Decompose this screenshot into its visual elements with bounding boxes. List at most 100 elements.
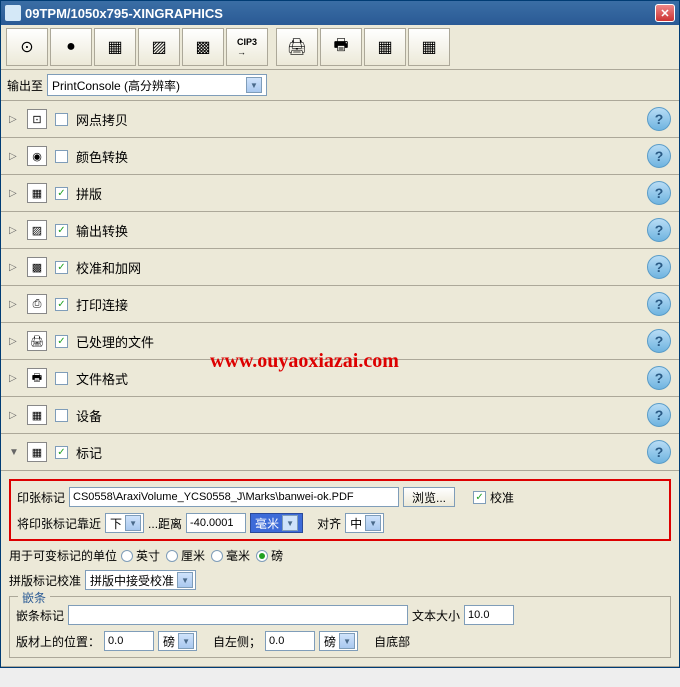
section-icon: ◉ [27,146,47,166]
titlebar: 09TPM/1050x795-XINGRAPHICS ✕ [1,1,679,25]
tool-sphere-icon[interactable]: ● [50,28,92,66]
section-label: 网点拷贝 [76,110,639,129]
section-row-1: ▷ ◉ 颜色转换? [1,138,679,175]
toolbar: ⊙ ● ▦ ▨ ▩ CIP3→ 🖨 🖶 ▦ ▦ [1,25,679,70]
section-row-9: ▼▦标记? [1,434,679,471]
section-checkbox[interactable] [55,113,68,126]
tool-grid3-icon[interactable]: ▦ [408,28,450,66]
section-label: 颜色转换 [76,147,639,166]
expand-toggle[interactable]: ▷ [9,151,19,162]
expand-toggle[interactable]: ▷ [9,373,19,384]
section-label: 文件格式 [76,369,639,388]
sheet-mark-path-input[interactable] [69,487,399,507]
text-size-label: 文本大小 [412,607,460,624]
section-icon: ▦ [27,405,47,425]
expand-toggle[interactable]: ▷ [9,336,19,347]
tool-grid2-icon[interactable]: ▦ [364,28,406,66]
section-row-8: ▷ ▦ 设备? [1,397,679,434]
expand-toggle[interactable]: ▷ [9,114,19,125]
help-button[interactable]: ? [647,403,671,427]
help-button[interactable]: ? [647,255,671,279]
section-icon: ⎙ [27,294,47,314]
section-label: 校准和加网 [76,258,639,277]
app-icon [5,5,21,21]
unit-radio-group: 英寸厘米毫米磅 [121,547,283,564]
help-button[interactable]: ? [647,440,671,464]
expand-toggle[interactable]: ▷ [9,262,19,273]
toolbar-separator [270,28,274,66]
close-button[interactable]: ✕ [655,4,675,22]
output-select[interactable]: PrintConsole (高分辨率) ▼ [47,74,267,96]
from-bottom-label: 自底部 [374,633,410,650]
align-select[interactable]: 下 ▼ [105,513,144,533]
section-row-5: ▷ ⎙ 打印连接? [1,286,679,323]
calibrate-label: 校准 [490,489,514,506]
inset-mark-input[interactable] [68,605,408,625]
chevron-down-icon: ▼ [365,515,381,531]
section-checkbox[interactable] [55,335,68,348]
section-checkbox[interactable] [55,187,68,200]
tool-gradient-icon[interactable]: ▨ [138,28,180,66]
help-button[interactable]: ? [647,329,671,353]
var-unit-label: 用于可变标记的单位 [9,547,117,564]
from-left-unit-select[interactable]: 磅 ▼ [319,631,358,651]
justify-label: 对齐 [317,515,341,532]
section-row-6: ▷🖨已处理的文件? [1,323,679,360]
tool-grid1-icon[interactable]: ▦ [94,28,136,66]
tool-cip3-icon[interactable]: CIP3→ [226,28,268,66]
from-left-input[interactable] [265,631,315,651]
section-checkbox[interactable] [55,224,68,237]
unit-radio-厘米[interactable] [166,550,178,562]
browse-button[interactable]: 浏览... [403,487,455,507]
chevron-down-icon: ▼ [282,515,298,531]
help-button[interactable]: ? [647,218,671,242]
pos-input[interactable] [104,631,154,651]
section-checkbox[interactable] [55,446,68,459]
section-label: 设备 [76,406,639,425]
section-icon: ▨ [27,220,47,240]
calibrate-checkbox[interactable] [473,491,486,504]
unit-radio-label: 英寸 [136,547,160,564]
tool-target-icon[interactable]: ⊙ [6,28,48,66]
sheet-mark-label: 印张标记 [17,489,65,506]
section-checkbox[interactable] [55,372,68,385]
expand-toggle[interactable]: ▷ [9,299,19,310]
help-button[interactable]: ? [647,292,671,316]
help-button[interactable]: ? [647,181,671,205]
tool-checker-icon[interactable]: ▩ [182,28,224,66]
panel-calib-select[interactable]: 拼版中接受校准 ▼ [85,570,196,590]
section-row-4: ▷▩校准和加网? [1,249,679,286]
section-checkbox[interactable] [55,298,68,311]
section-checkbox[interactable] [55,409,68,422]
chevron-down-icon: ▼ [246,77,262,93]
help-button[interactable]: ? [647,366,671,390]
help-button[interactable]: ? [647,107,671,131]
distance-label: ...距离 [148,515,182,532]
chevron-down-icon: ▼ [125,515,141,531]
expand-toggle[interactable]: ▷ [9,410,19,421]
text-size-input[interactable] [464,605,514,625]
section-icon: 🖨 [27,331,47,351]
align-label: 将印张标记靠近 [17,515,101,532]
help-button[interactable]: ? [647,144,671,168]
unit-radio-label: 厘米 [181,547,205,564]
tool-print1-icon[interactable]: 🖨 [276,28,318,66]
window-title: 09TPM/1050x795-XINGRAPHICS [25,6,655,21]
expand-toggle[interactable]: ▷ [9,188,19,199]
expand-toggle[interactable]: ▷ [9,225,19,236]
unit-select[interactable]: 毫米 ▼ [250,513,303,533]
distance-input[interactable] [186,513,246,533]
justify-select[interactable]: 中 ▼ [345,513,384,533]
section-label: 打印连接 [76,295,639,314]
section-checkbox[interactable] [55,261,68,274]
unit-radio-磅[interactable] [256,550,268,562]
unit-radio-英寸[interactable] [121,550,133,562]
pos-unit-select[interactable]: 磅 ▼ [158,631,197,651]
section-icon: 🖶 [27,368,47,388]
unit-radio-毫米[interactable] [211,550,223,562]
tool-print2-icon[interactable]: 🖶 [320,28,362,66]
expand-toggle[interactable]: ▼ [9,447,19,458]
section-row-2: ▷▦拼版? [1,175,679,212]
section-icon: ▦ [27,442,47,462]
section-checkbox[interactable] [55,150,68,163]
